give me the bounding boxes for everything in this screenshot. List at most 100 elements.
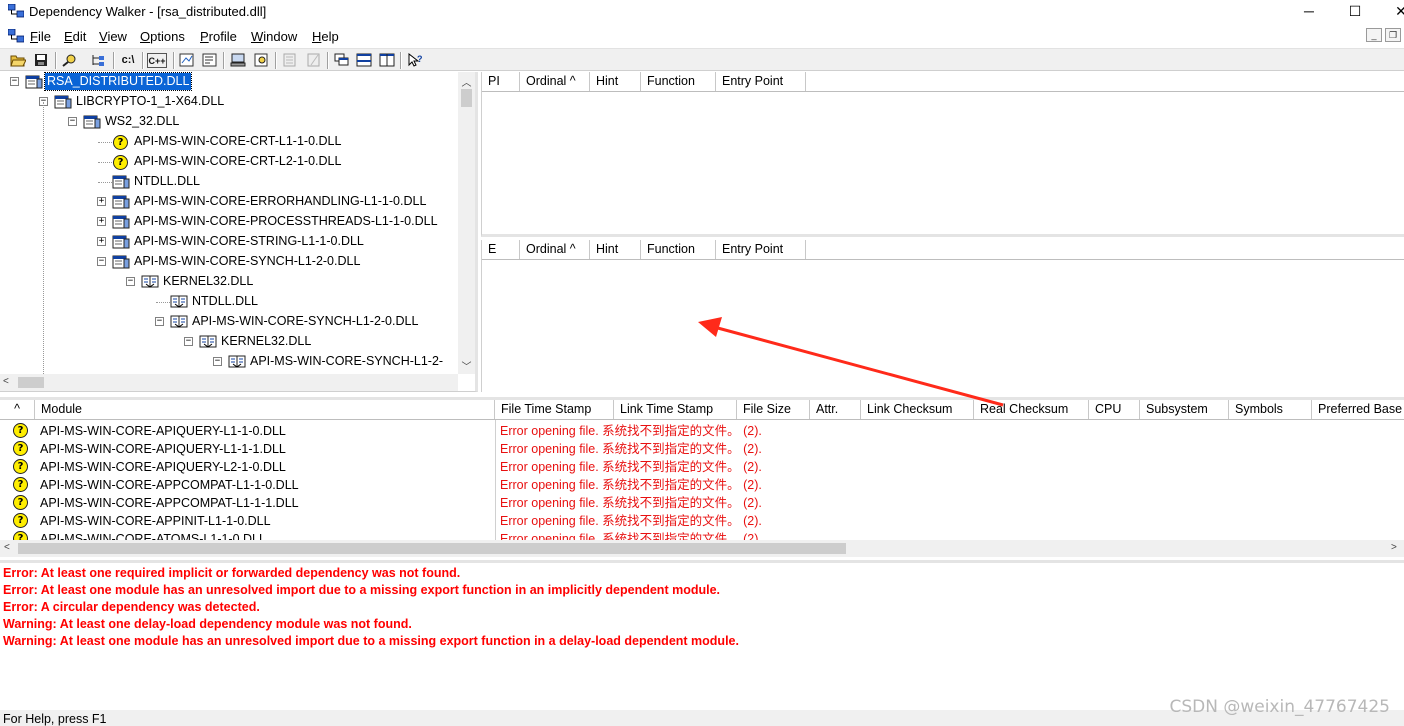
- minimize-button[interactable]: ─: [1286, 0, 1332, 24]
- tree-node-label[interactable]: KERNEL32.DLL: [161, 273, 255, 290]
- tree-node[interactable]: + API-MS-WIN-CORE-STRING-L1-1-0.DLL: [0, 232, 458, 252]
- column-header-link-time-stamp[interactable]: Link Time Stamp: [614, 400, 737, 419]
- column-header-function[interactable]: Function: [641, 240, 716, 259]
- close-button[interactable]: ✕: [1378, 0, 1404, 24]
- collapse-icon[interactable]: −: [213, 357, 222, 366]
- module-row[interactable]: ? API-MS-WIN-CORE-APPINIT-L1-1-0.DLL Error…: [0, 512, 1404, 530]
- tree-node-label[interactable]: NTDLL.DLL: [190, 293, 260, 310]
- column-header-file-time-stamp[interactable]: File Time Stamp: [495, 400, 614, 419]
- tree-node-label[interactable]: API-MS-WIN-CORE-STRING-L1-1-0.DLL: [132, 233, 366, 250]
- tree-node-label[interactable]: API-MS-WIN-CORE-CRT-L2-1-0.DLL: [132, 153, 343, 170]
- configure-search-button[interactable]: [88, 51, 108, 69]
- tree-node[interactable]: NTDLL.DLL: [0, 172, 458, 192]
- expand-icon[interactable]: +: [97, 197, 106, 206]
- column-header-hint[interactable]: Hint: [590, 240, 641, 259]
- column-header-pi[interactable]: PI: [482, 72, 520, 91]
- full-paths-button[interactable]: c:\: [118, 51, 138, 69]
- column-header-function[interactable]: Function: [641, 72, 716, 91]
- tree-node[interactable]: − API-MS-WIN-CORE-SYNCH-L1-2-0.DLL: [0, 312, 458, 332]
- menu-profile[interactable]: Profile: [200, 29, 237, 44]
- tree-node-label[interactable]: RSA_DISTRIBUTED.DLL: [43, 72, 193, 91]
- tree-node[interactable]: − KERNEL32.DLL: [0, 272, 458, 292]
- undecorate-cpp-button[interactable]: C++: [147, 53, 167, 68]
- scroll-left-icon[interactable]: <: [4, 542, 10, 553]
- tree-node-label[interactable]: KERNEL32.DLL: [219, 333, 313, 350]
- scroll-up-icon[interactable]: ︿: [458, 74, 475, 89]
- module-row[interactable]: ? API-MS-WIN-CORE-APPCOMPAT-L1-1-0.DLL Err…: [0, 476, 1404, 494]
- column-header-real-checksum[interactable]: Real Checksum: [974, 400, 1089, 419]
- tree-node[interactable]: − RSA_DISTRIBUTED.DLL: [0, 72, 458, 92]
- scroll-down-icon[interactable]: ﹀: [458, 358, 475, 373]
- exports-pane[interactable]: E Ordinal ^ Hint Function Entry Point: [481, 240, 1404, 392]
- tree-vscroll-thumb[interactable]: [461, 89, 472, 107]
- tree-node[interactable]: ? API-MS-WIN-CORE-CRT-L2-1-0.DLL: [0, 152, 458, 172]
- tree-node[interactable]: + API-MS-WIN-CORE-PROCESSTHREADS-L1-1-0.D…: [0, 212, 458, 232]
- module-list-horizontal-scrollbar[interactable]: < >: [0, 540, 1404, 557]
- menu-window[interactable]: Window: [251, 29, 297, 44]
- module-row[interactable]: ? API-MS-WIN-CORE-APIQUERY-L1-1-1.DLL Erro…: [0, 440, 1404, 458]
- tree-node-label[interactable]: API-MS-WIN-CORE-SYNCH-L1-2-0.DLL: [190, 313, 420, 330]
- menu-help[interactable]: Help: [312, 29, 339, 44]
- open-button[interactable]: [8, 51, 28, 69]
- menu-edit[interactable]: Edit: [64, 29, 86, 44]
- collapse-icon[interactable]: −: [126, 277, 135, 286]
- column-header-subsystem[interactable]: Subsystem: [1140, 400, 1229, 419]
- mdi-minimize-button[interactable]: _: [1366, 28, 1382, 42]
- scroll-right-icon[interactable]: >: [1391, 542, 1397, 553]
- tree-node[interactable]: NTDLL.DLL: [0, 292, 458, 312]
- tree-node[interactable]: − API-MS-WIN-CORE-SYNCH-L1-2-: [0, 352, 458, 372]
- mdi-restore-button[interactable]: ❐: [1385, 28, 1401, 42]
- column-header-ordinal[interactable]: Ordinal ^: [520, 240, 590, 259]
- module-dependency-tree[interactable]: − RSA_DISTRIBUTED.DLL − LIBCRYPTO-1_1-X64.D…: [0, 72, 478, 392]
- module-row[interactable]: ? API-MS-WIN-CORE-APIQUERY-L1-1-0.DLL Erro…: [0, 422, 1404, 440]
- menu-options[interactable]: Options: [140, 29, 185, 44]
- column-header-link-checksum[interactable]: Link Checksum: [861, 400, 974, 419]
- tree-node[interactable]: − WS2_32.DLL: [0, 112, 458, 132]
- collapse-icon[interactable]: −: [10, 77, 19, 86]
- column-header-sort[interactable]: ^: [0, 400, 35, 419]
- tile-horizontal-button[interactable]: [354, 51, 374, 69]
- cascade-button[interactable]: [332, 51, 352, 69]
- tree-horizontal-scrollbar[interactable]: <: [0, 374, 458, 391]
- module-row[interactable]: ? API-MS-WIN-CORE-APPCOMPAT-L1-1-1.DLL Err…: [0, 494, 1404, 512]
- tree-node[interactable]: − API-MS-WIN-CORE-SYNCH-L1-2-0.DLL: [0, 252, 458, 272]
- next-button[interactable]: [304, 51, 324, 69]
- tree-node-label[interactable]: API-MS-WIN-CORE-SYNCH-L1-2-0.DLL: [132, 253, 362, 270]
- maximize-button[interactable]: ☐: [1332, 0, 1378, 24]
- document-icon[interactable]: [8, 29, 24, 43]
- column-header-symbols[interactable]: Symbols: [1229, 400, 1312, 419]
- system-info-button[interactable]: [228, 51, 248, 69]
- collapse-icon[interactable]: −: [68, 117, 77, 126]
- tree-node[interactable]: − LIBCRYPTO-1_1-X64.DLL: [0, 92, 458, 112]
- tree-node-label[interactable]: LIBCRYPTO-1_1-X64.DLL: [74, 93, 226, 110]
- menu-file[interactable]: File: [30, 29, 51, 44]
- auto-expand-button[interactable]: [177, 51, 197, 69]
- copy-button[interactable]: [60, 51, 80, 69]
- expand-icon[interactable]: +: [97, 217, 106, 226]
- save-button[interactable]: [31, 51, 51, 69]
- properties-button[interactable]: [200, 51, 220, 69]
- column-header-ordinal[interactable]: Ordinal ^: [520, 72, 590, 91]
- prev-button[interactable]: [280, 51, 300, 69]
- tree-node-label[interactable]: NTDLL.DLL: [132, 173, 202, 190]
- scroll-left-icon[interactable]: <: [3, 376, 9, 387]
- context-help-button[interactable]: ?: [405, 51, 425, 69]
- tree-node-label[interactable]: WS2_32.DLL: [103, 113, 181, 130]
- column-header-hint[interactable]: Hint: [590, 72, 641, 91]
- tree-node[interactable]: ? API-MS-WIN-CORE-CRT-L1-1-0.DLL: [0, 132, 458, 152]
- view-module-button[interactable]: [252, 51, 272, 69]
- column-header-file-size[interactable]: File Size: [737, 400, 810, 419]
- module-hscroll-thumb[interactable]: [18, 543, 846, 554]
- module-list-pane[interactable]: ^ Module File Time Stamp Link Time Stamp…: [0, 397, 1404, 557]
- expand-icon[interactable]: +: [97, 237, 106, 246]
- column-header-entry-point[interactable]: Entry Point: [716, 240, 806, 259]
- module-row[interactable]: ? API-MS-WIN-CORE-APIQUERY-L2-1-0.DLL Erro…: [0, 458, 1404, 476]
- tile-vertical-button[interactable]: [377, 51, 397, 69]
- column-header-entry-point[interactable]: Entry Point: [716, 72, 806, 91]
- tree-node-label[interactable]: API-MS-WIN-CORE-SYNCH-L1-2-: [248, 353, 445, 370]
- collapse-icon[interactable]: −: [97, 257, 106, 266]
- column-header-e[interactable]: E: [482, 240, 520, 259]
- tree-node-label[interactable]: API-MS-WIN-CORE-CRT-L1-1-0.DLL: [132, 133, 343, 150]
- tree-hscroll-thumb[interactable]: [18, 377, 44, 388]
- parent-imports-pane[interactable]: PI Ordinal ^ Hint Function Entry Point: [481, 72, 1404, 237]
